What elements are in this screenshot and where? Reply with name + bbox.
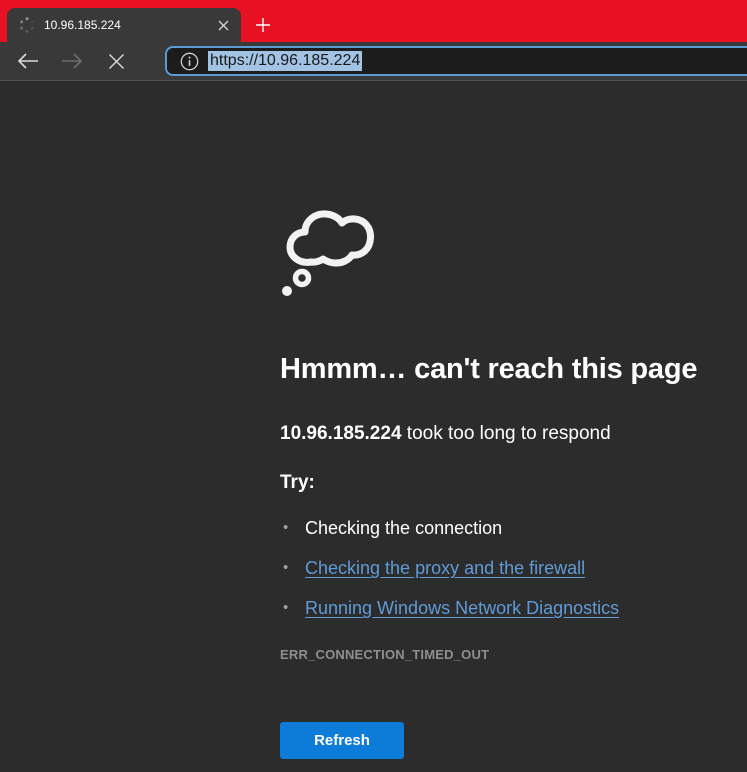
address-bar[interactable]: https://10.96.185.224 xyxy=(165,46,747,76)
back-arrow-icon xyxy=(17,52,39,70)
bullet-icon: • xyxy=(283,517,288,539)
error-message: 10.96.185.224 took too long to respond xyxy=(280,422,707,446)
suggestion-list: • Checking the connection • Checking the… xyxy=(280,517,707,619)
page-title: Hmmm… can't reach this page xyxy=(280,353,707,386)
tab-strip: 10.96.185.224 xyxy=(0,0,747,42)
refresh-button[interactable]: Refresh xyxy=(280,722,404,759)
close-icon xyxy=(218,20,229,31)
tab-close-button[interactable] xyxy=(213,15,233,35)
suggestion-item: • Checking the connection xyxy=(280,517,707,539)
try-label: Try: xyxy=(280,471,707,495)
navigation-toolbar: https://10.96.185.224 xyxy=(0,42,747,80)
bullet-icon: • xyxy=(283,557,288,579)
browser-tab[interactable]: 10.96.185.224 xyxy=(7,8,241,42)
forward-button[interactable] xyxy=(60,49,84,73)
site-info-button[interactable] xyxy=(178,50,200,72)
stop-button[interactable] xyxy=(104,49,128,73)
error-code: ERR_CONNECTION_TIMED_OUT xyxy=(280,647,707,662)
error-host: 10.96.185.224 xyxy=(280,423,402,444)
error-page: Hmmm… can't reach this page 10.96.185.22… xyxy=(0,81,747,772)
proxy-firewall-link[interactable]: Checking the proxy and the firewall xyxy=(305,558,585,578)
back-button[interactable] xyxy=(16,49,40,73)
new-tab-button[interactable] xyxy=(250,12,276,38)
suggestion-text: Checking the connection xyxy=(305,518,502,538)
suggestion-item: • Running Windows Network Diagnostics xyxy=(280,597,707,619)
plus-icon xyxy=(255,17,271,33)
info-icon xyxy=(180,52,199,71)
network-diagnostics-link[interactable]: Running Windows Network Diagnostics xyxy=(305,598,619,618)
browser-window: 10.96.185.224 xyxy=(0,0,747,772)
tab-title: 10.96.185.224 xyxy=(44,18,213,32)
bullet-icon: • xyxy=(283,597,288,619)
forward-arrow-icon xyxy=(61,52,83,70)
thought-cloud-icon xyxy=(280,202,707,296)
loading-spinner-icon xyxy=(19,17,35,33)
stop-icon xyxy=(108,53,125,70)
suggestion-item: • Checking the proxy and the firewall xyxy=(280,557,707,579)
error-message-text: took too long to respond xyxy=(402,423,611,444)
url-text-selected: https://10.96.185.224 xyxy=(208,51,362,71)
